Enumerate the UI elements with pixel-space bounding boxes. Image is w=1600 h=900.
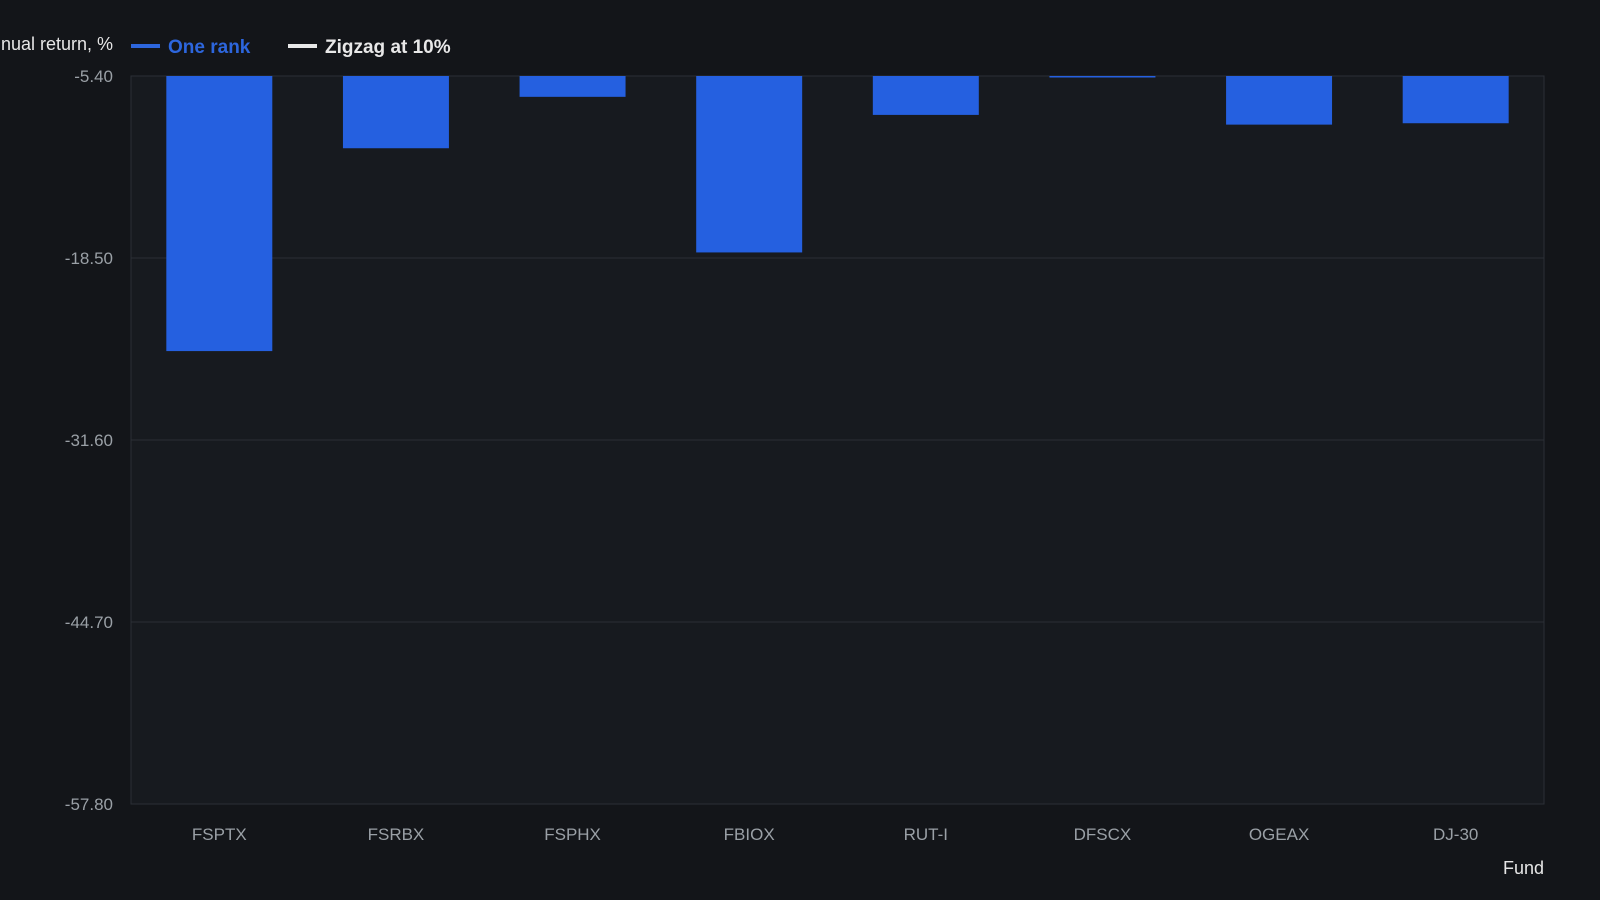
- x-tick-label: FSPHX: [544, 825, 601, 844]
- bar-chart: Annual return, % One rank Zigzag at 10% …: [0, 0, 1600, 900]
- x-tick-label: DJ-30: [1433, 825, 1478, 844]
- bar-dj-30[interactable]: [1402, 76, 1509, 124]
- x-tick-label: RUT-I: [904, 825, 948, 844]
- y-tick-label: -57.80: [65, 795, 113, 814]
- bar-fsrbx[interactable]: [342, 76, 449, 149]
- x-tick-label: FBIOX: [724, 825, 775, 844]
- x-tick-label: FSPTX: [192, 825, 247, 844]
- legend-label-one-rank: One rank: [168, 37, 251, 58]
- x-tick-label: FSRBX: [368, 825, 425, 844]
- y-axis-label: Annual return, %: [0, 34, 113, 54]
- bar-ogeax[interactable]: [1226, 76, 1333, 125]
- legend-label-zigzag: Zigzag at 10%: [325, 37, 451, 58]
- bar-fsphx[interactable]: [519, 76, 626, 97]
- y-axis-label-clip: Annual return, %: [0, 34, 113, 54]
- bar-fbiox[interactable]: [696, 76, 803, 253]
- bar-fsptx[interactable]: [166, 76, 273, 352]
- y-tick-label: -44.70: [65, 613, 113, 632]
- y-tick-label: -31.60: [65, 431, 113, 450]
- x-axis-label: Fund: [1503, 858, 1544, 878]
- x-tick-label: OGEAX: [1249, 825, 1309, 844]
- bar-dfscx[interactable]: [1049, 76, 1156, 78]
- x-tick-label: DFSCX: [1074, 825, 1132, 844]
- y-tick-label: -18.50: [65, 249, 113, 268]
- y-tick-label: -5.40: [74, 67, 113, 86]
- bar-rut-i[interactable]: [872, 76, 979, 115]
